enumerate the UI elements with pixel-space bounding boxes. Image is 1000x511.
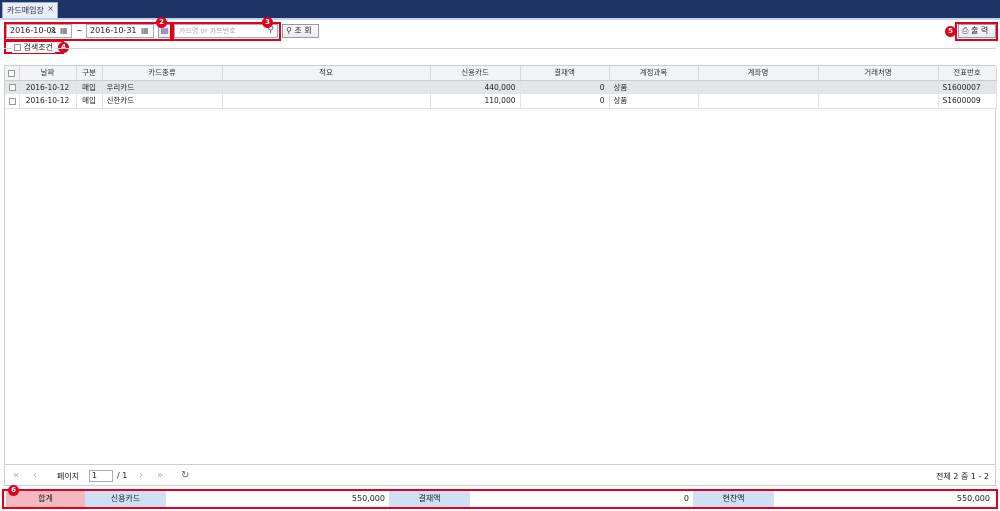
cell-memo [222,94,431,109]
cell-account: 상품 [609,80,699,94]
total-pages: / 1 [117,471,128,480]
row-checkbox[interactable] [5,80,20,94]
col-header[interactable]: 신용카드 [430,66,521,81]
cell-client [818,80,939,94]
prev-page-icon[interactable]: ‹ [33,470,37,481]
col-header[interactable]: 날짜 [19,66,77,81]
col-header[interactable]: 거래처명 [818,66,939,81]
table-header: 날짜 구분 카드종류 적요 신용카드 결재액 계정과목 계좌명 거래처명 전표번… [5,66,997,81]
col-header[interactable]: 결재액 [520,66,610,81]
date-separator: ~ [76,26,83,35]
table-row[interactable]: 2016-10-12 매입 신한카드 110,000 0 상품 S1600009 [5,94,997,109]
row-checkbox[interactable] [5,94,20,109]
last-page-icon[interactable]: » [157,470,163,481]
col-header[interactable]: 전표번호 [938,66,997,81]
badge-3: 3 [262,17,273,28]
filter-checkbox[interactable] [14,44,21,51]
cell-date: 2016-10-12 [19,94,77,109]
cell-memo [222,80,431,94]
select-all-checkbox[interactable] [5,66,20,81]
pager: « ‹ 페이지 1 / 1 › » ↻ 전체 2 중 1 - 2 [4,466,996,486]
tab-title: 카드매입장 [7,6,44,15]
clear-icon[interactable]: × [50,26,57,35]
cell-type: 매입 [76,80,103,94]
cell-credit: 110,000 [430,94,521,109]
close-icon[interactable]: × [47,4,54,13]
cell-type: 매입 [76,94,103,109]
cell-credit: 440,000 [430,80,521,94]
summary-bar: 합계 신용카드 550,000 결재액 0 현찬액 550,000 [4,491,996,507]
cash-total: 550,000 [956,494,990,503]
search-button-icon: ⚲ [286,26,292,35]
credit-label: 신용카드 [85,491,166,507]
credit-total: 550,000 [351,494,385,503]
page-input[interactable]: 1 [89,470,113,482]
refresh-icon[interactable]: ↻ [181,470,189,481]
filter-label: 검색조건 [23,43,53,52]
search-placeholder: 카드명 or 카드번호 [179,27,236,35]
search-button[interactable]: ⚲ 조 회 [282,24,319,38]
badge-6: 6 [8,485,19,496]
printer-icon: ⎙ [962,26,969,35]
table-row[interactable]: 2016-10-12 매입 우리카드 440,000 0 상품 S1600007 [5,80,997,94]
paid-total: 0 [683,494,689,503]
cell-account-name [698,94,819,109]
record-summary: 전체 2 중 1 - 2 [936,472,989,481]
badge-2: 2 [156,17,167,28]
search-conditions: 검색조건 [4,42,996,53]
filter-toggle[interactable]: 검색조건 [12,42,55,53]
col-header[interactable]: 계정과목 [609,66,699,81]
cell-paid: 0 [520,94,610,109]
next-page-icon[interactable]: › [139,470,143,481]
date-to-value: 2016-10-31 [90,26,137,35]
cell-account: 상품 [609,94,699,109]
cell-date: 2016-10-12 [19,80,77,94]
cell-account-name [698,80,819,94]
date-from-input[interactable]: 2016-10-01 × ▦ [6,24,72,38]
toolbar: 2016-10-01 × ▦ ~ 2016-10-31 ▦ ▤ 카드명 or 카… [0,20,1000,42]
date-to-input[interactable]: 2016-10-31 ▦ [86,24,154,38]
calendar-icon[interactable]: ▦ [60,26,68,35]
col-header[interactable]: 카드종류 [102,66,223,81]
tab-card-purchase[interactable]: 카드매입장 × [2,2,58,18]
cell-voucher: S1600007 [938,80,997,94]
col-header[interactable]: 적요 [222,66,431,81]
cell-voucher: S1600009 [938,94,997,109]
cell-client [818,94,939,109]
cell-card: 신한카드 [102,94,223,109]
print-button[interactable]: ⎙ 출 력 [958,24,996,38]
col-header[interactable]: 구분 [76,66,103,81]
cell-card: 우리카드 [102,80,223,94]
print-button-label: 출 력 [970,26,989,35]
page-label: 페이지 [57,472,80,481]
card-purchase-grid: 날짜 구분 카드종류 적요 신용카드 결재액 계정과목 계좌명 거래처명 전표번… [4,65,997,465]
cash-label: 현찬액 [693,491,774,507]
col-header[interactable]: 계좌명 [698,66,819,81]
calendar-icon[interactable]: ▦ [141,26,149,35]
badge-5: 5 [945,26,956,37]
tab-bar: 카드매입장 × [0,0,1000,18]
first-page-icon[interactable]: « [13,470,19,481]
paid-label: 결재액 [389,491,470,507]
cell-paid: 0 [520,80,610,94]
filter-divider [4,48,996,49]
search-button-label: 조 회 [294,26,312,35]
